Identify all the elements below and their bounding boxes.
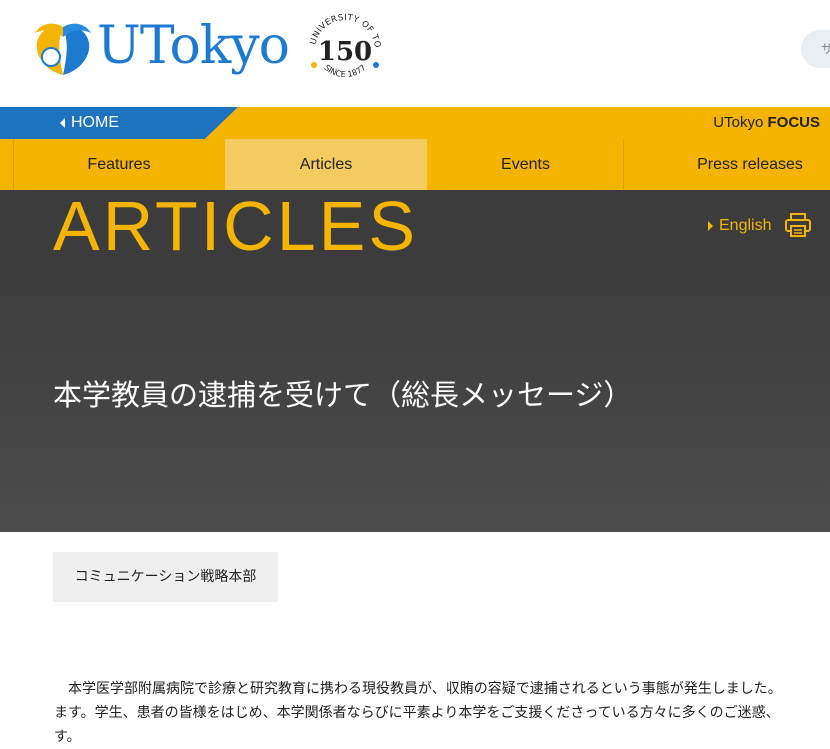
- utokyo-focus-link[interactable]: UTokyo FOCUS: [713, 107, 820, 139]
- utokyo-logo-link[interactable]: UTokyo: [33, 15, 290, 77]
- body-line: 本学医学部附属病院で診療と研究教育に携わる現役教員が、収賄の容疑で逮捕されるとい…: [54, 681, 782, 697]
- nav-articles[interactable]: Articles: [225, 139, 427, 190]
- site-header: UTokyo THE UNIVERSITY OF TOKYO 150 SINCE…: [0, 0, 830, 107]
- section-title: ARTICLES: [53, 187, 419, 265]
- home-label: HOME: [71, 114, 119, 131]
- nav-events[interactable]: Events: [428, 139, 623, 190]
- language-switch-link[interactable]: English: [708, 212, 771, 240]
- search-input[interactable]: サ: [801, 30, 830, 68]
- nav-press-releases[interactable]: Press releases: [624, 139, 830, 190]
- article-title: 本学教員の逮捕を受けて（総長メッセージ）: [53, 378, 633, 412]
- author-tag[interactable]: コミュニケーション戦略本部: [53, 552, 278, 602]
- home-link[interactable]: HOME: [60, 107, 119, 139]
- language-label: English: [719, 217, 772, 234]
- triangle-right-icon: [708, 221, 713, 231]
- ginkgo-leaf-icon: [35, 23, 91, 76]
- article-body: 本学医学部附属病院で診療と研究教育に携わる現役教員が、収賄の容疑で逮捕されるとい…: [54, 677, 830, 749]
- triangle-left-icon: [60, 118, 65, 128]
- printer-icon[interactable]: [784, 211, 812, 239]
- nav-features[interactable]: Features: [14, 139, 224, 190]
- logo-wordmark: UTokyo: [97, 16, 290, 76]
- body-line: ます。学生、患者の皆様をはじめ、本学関係者ならびに平素より本学をご支援くださって…: [54, 705, 780, 721]
- badge-number: 150: [318, 37, 372, 67]
- home-bar: [0, 107, 238, 139]
- 150th-anniversary-badge: THE UNIVERSITY OF TOKYO 150 SINCE 1877: [305, 10, 382, 79]
- focus-prefix: UTokyo: [713, 114, 764, 131]
- focus-bold: FOCUS: [767, 114, 821, 131]
- body-line: す。: [54, 729, 81, 745]
